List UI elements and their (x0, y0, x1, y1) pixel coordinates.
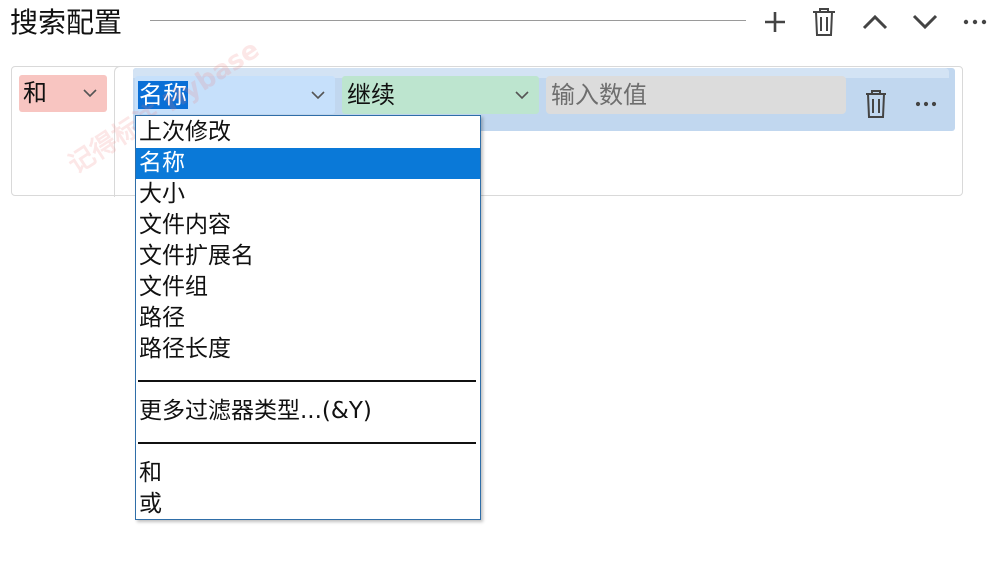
group-bracket (114, 66, 125, 197)
dropdown-item-file-extension[interactable]: 文件扩展名 (136, 241, 480, 272)
dropdown-separator (138, 442, 476, 444)
header-divider (150, 20, 746, 21)
ellipsis-icon[interactable] (911, 86, 941, 122)
trash-icon[interactable] (861, 86, 891, 122)
dropdown-item-size[interactable]: 大小 (136, 179, 480, 210)
value-input[interactable] (546, 76, 846, 114)
dropdown-item-file-group[interactable]: 文件组 (136, 272, 480, 303)
field-dropdown-list: 上次修改 名称 大小 文件内容 文件扩展名 文件组 路径 路径长度 更多过滤器类… (135, 115, 481, 520)
page-title: 搜索配置 (10, 6, 123, 39)
dropdown-item-more-filters[interactable]: 更多过滤器类型...(&Y) (136, 396, 480, 427)
search-config-panel: 搜索配置 和 名称 继续 输入数值 上次修改 名称 大小 文件内容 文件扩展名 … (0, 0, 996, 561)
plus-icon[interactable] (760, 6, 790, 38)
dropdown-item-name[interactable]: 名称 (136, 148, 480, 179)
chevron-down-icon (515, 76, 529, 114)
dropdown-item-or[interactable]: 或 (136, 489, 480, 520)
dropdown-separator (138, 380, 476, 382)
chevron-down-icon[interactable] (910, 6, 940, 38)
trash-icon[interactable] (809, 6, 839, 38)
operator-select[interactable]: 继续 (342, 76, 539, 114)
operator-select-value: 继续 (347, 81, 395, 109)
chevron-up-icon[interactable] (860, 6, 890, 38)
dropdown-item-last-modified[interactable]: 上次修改 (136, 117, 480, 148)
logic-select[interactable]: 和 (19, 75, 107, 112)
dropdown-item-path-length[interactable]: 路径长度 (136, 334, 480, 365)
logic-select-value: 和 (23, 79, 47, 107)
dropdown-item-path[interactable]: 路径 (136, 303, 480, 334)
field-select-value: 名称 (138, 81, 188, 109)
chevron-down-icon (83, 75, 97, 112)
field-select[interactable]: 名称 (135, 76, 335, 114)
dropdown-item-file-content[interactable]: 文件内容 (136, 210, 480, 241)
dropdown-item-and[interactable]: 和 (136, 458, 480, 489)
ellipsis-icon[interactable] (960, 6, 990, 38)
chevron-down-icon (311, 76, 325, 114)
